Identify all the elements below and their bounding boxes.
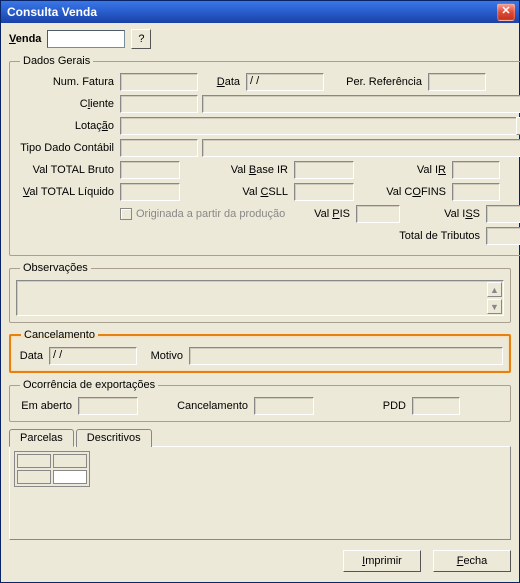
combo-lotacao[interactable]: [120, 117, 520, 135]
chevron-down-icon[interactable]: [516, 117, 520, 135]
scroll-down-icon[interactable]: ▼: [487, 299, 502, 314]
label-val-ir: Val IR: [358, 164, 448, 176]
label-val-iss: Val ISS: [404, 208, 482, 220]
label-cancel-motivo: Motivo: [141, 350, 185, 362]
label-per-ref: Per. Referência: [328, 76, 424, 88]
field-data: / /: [246, 73, 324, 91]
window: Consulta Venda ✕ Venda ? Dados Gerais Nu…: [0, 0, 520, 583]
table-row: [17, 470, 87, 484]
field-pdd: [412, 397, 460, 415]
field-val-pis: [356, 205, 400, 223]
scrollbar[interactable]: ▲ ▼: [487, 282, 502, 314]
imprimir-button[interactable]: Imprimir: [343, 550, 421, 572]
label-oc-cancel: Cancelamento: [142, 400, 250, 412]
label-total-tributos: Total de Tributos: [399, 230, 482, 242]
legend-dados-gerais: Dados Gerais: [20, 55, 93, 67]
field-cliente-code: [120, 95, 198, 113]
tab-descritivos[interactable]: Descritivos: [76, 429, 152, 447]
field-tipo-dado-name: [202, 139, 520, 157]
parcelas-grid[interactable]: [14, 451, 90, 487]
venda-input[interactable]: [47, 30, 125, 48]
label-val-total-liquido: Val TOTAL Líquido: [16, 186, 116, 198]
footer: Imprimir Fecha: [9, 550, 511, 572]
label-val-base-ir: Val Base IR: [184, 164, 290, 176]
tabpanel-parcelas: [9, 446, 511, 540]
field-val-csll: [294, 183, 354, 201]
close-button[interactable]: ✕: [497, 3, 515, 21]
group-observacoes: Observações ▲ ▼: [9, 262, 511, 323]
legend-observacoes: Observações: [20, 262, 91, 274]
checkbox-box-icon: [120, 208, 132, 220]
group-ocorrencia: Ocorrência de exportações Em aberto Canc…: [9, 379, 511, 422]
label-originada: Originada a partir da produção: [136, 208, 285, 220]
venda-label: Venda: [9, 33, 41, 45]
label-val-total-bruto: Val TOTAL Bruto: [16, 164, 116, 176]
label-cliente: Cliente: [16, 98, 116, 110]
tab-parcelas[interactable]: Parcelas: [9, 429, 74, 447]
field-cancel-data: / /: [49, 347, 137, 365]
label-em-aberto: Em aberto: [16, 400, 74, 412]
label-data: Data: [202, 76, 242, 88]
group-dados-gerais: Dados Gerais Num. Fatura Data / / Per. R…: [9, 55, 520, 256]
label-cancel-data: Data: [17, 350, 45, 362]
tabstrip: Parcelas Descritivos: [9, 428, 511, 446]
field-per-ref: [428, 73, 486, 91]
field-lotacao: [120, 117, 516, 135]
field-val-total-liquido: [120, 183, 180, 201]
help-button[interactable]: ?: [131, 29, 151, 49]
titlebar: Consulta Venda ✕: [1, 1, 519, 23]
legend-ocorrencia: Ocorrência de exportações: [20, 379, 158, 391]
field-oc-cancel: [254, 397, 314, 415]
field-cliente-name: [202, 95, 520, 113]
label-tipo-dado: Tipo Dado Contábil: [16, 142, 116, 154]
label-num-fatura: Num. Fatura: [16, 76, 116, 88]
label-val-pis: Val PIS: [304, 208, 352, 220]
field-num-fatura: [120, 73, 198, 91]
table-row: [17, 454, 87, 468]
checkbox-originada: Originada a partir da produção: [120, 208, 300, 220]
field-val-base-ir: [294, 161, 354, 179]
group-cancelamento: Cancelamento Data / / Motivo: [9, 329, 511, 373]
close-icon: ✕: [501, 5, 510, 17]
scroll-up-icon[interactable]: ▲: [487, 282, 502, 297]
client-area: Venda ? Dados Gerais Num. Fatura Data / …: [1, 23, 519, 582]
field-val-ir: [452, 161, 500, 179]
field-val-cofins: [452, 183, 500, 201]
legend-cancelamento: Cancelamento: [21, 329, 98, 341]
label-val-cofins: Val COFINS: [358, 186, 448, 198]
venda-row: Venda ?: [9, 29, 511, 49]
label-val-csll: Val CSLL: [184, 186, 290, 198]
field-cancel-motivo: [189, 347, 503, 365]
field-em-aberto: [78, 397, 138, 415]
field-val-iss: [486, 205, 520, 223]
observacoes-textarea: ▲ ▼: [16, 280, 504, 316]
field-val-total-bruto: [120, 161, 180, 179]
label-pdd: PDD: [318, 400, 408, 412]
field-tipo-dado-code: [120, 139, 198, 157]
field-total-tributos: [486, 227, 520, 245]
fechar-button[interactable]: Fecha: [433, 550, 511, 572]
window-title: Consulta Venda: [7, 5, 497, 19]
label-lotacao: Lotação: [16, 120, 116, 132]
